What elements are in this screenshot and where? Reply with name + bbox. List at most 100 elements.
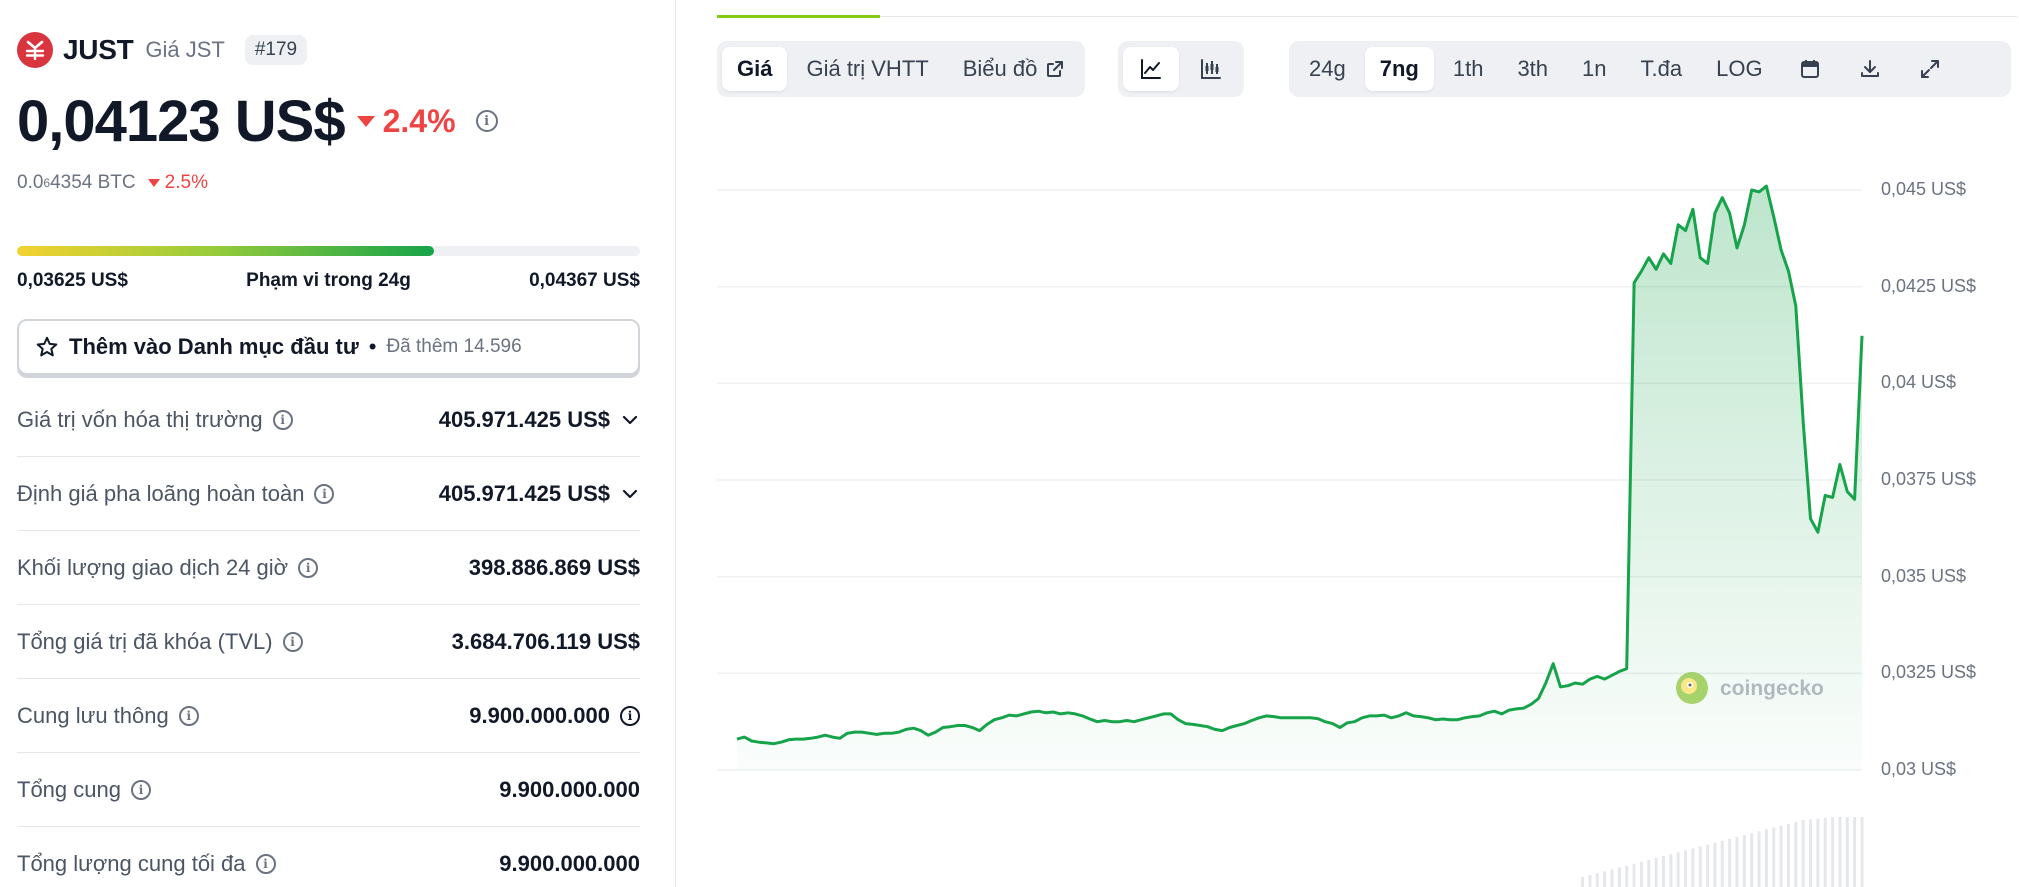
stat-tvl: Tổng giá trị đã khóa (TVL) i 3.684.706.11… xyxy=(17,605,640,679)
volume-bar xyxy=(1794,821,1798,887)
price-chart[interactable]: coingecko xyxy=(677,120,2019,887)
range-low: 0,03625 US$ xyxy=(17,270,128,291)
range-24h[interactable]: 24g xyxy=(1294,47,1361,91)
added-count: Đã thêm 14.596 xyxy=(386,336,522,357)
coin-info-panel: JUST Giá JST #179 0,04123 US$ 2.4% i 0.0… xyxy=(0,0,676,887)
range-log[interactable]: LOG xyxy=(1701,47,1777,91)
range-1m[interactable]: 1th xyxy=(1438,47,1499,91)
chevron-down-icon[interactable] xyxy=(620,484,640,504)
stat-circulating-supply: Cung lưu thông i 9.900.000.000 i xyxy=(17,679,640,753)
volume-bar xyxy=(1669,854,1673,887)
range-24h-bar xyxy=(17,246,640,256)
info-icon[interactable]: i xyxy=(475,110,498,132)
info-icon[interactable]: i xyxy=(272,409,293,430)
volume-bar xyxy=(1588,875,1592,887)
stat-value: 3.684.706.119 US$ xyxy=(451,628,640,654)
stat-label: Giá trị vốn hóa thị trường xyxy=(17,406,263,432)
chart-panel: Giá Giá trị VHTT Biểu đồ 24g 7ng 1th 3th… xyxy=(677,0,2019,887)
stat-label: Tổng lượng cung tối đa xyxy=(17,851,246,876)
expand-icon xyxy=(1920,60,1939,78)
separator-dot: • xyxy=(368,334,377,359)
stat-label: Tổng giá trị đã khóa (TVL) xyxy=(17,628,273,654)
tab-market-cap[interactable]: Giá trị VHTT xyxy=(791,47,943,91)
info-icon[interactable]: i xyxy=(314,483,335,504)
stat-fdv[interactable]: Định giá pha loãng hoàn toàn i 405.971.42… xyxy=(17,457,640,531)
range-label: Phạm vi trong 24g xyxy=(246,270,411,291)
volume-bar xyxy=(1845,817,1849,887)
price-row: 0,04123 US$ 2.4% i xyxy=(17,88,498,154)
coin-subtitle: Giá JST xyxy=(145,37,225,62)
fullscreen-button[interactable] xyxy=(1902,47,1958,91)
stat-value: 9.900.000.000 xyxy=(499,776,640,802)
range-max[interactable]: T.đa xyxy=(1626,47,1698,91)
y-axis-tick-label: 0,0375 US$ xyxy=(1881,469,1977,489)
volume-bar xyxy=(1816,818,1820,887)
line-chart-icon xyxy=(1141,59,1161,79)
down-triangle-icon xyxy=(147,179,160,187)
volume-bar xyxy=(1610,869,1614,887)
volume-bar xyxy=(1647,859,1651,887)
calendar-button[interactable] xyxy=(1782,47,1838,91)
range-24h-fill xyxy=(17,246,435,256)
tab-chart-label: Biểu đồ xyxy=(962,56,1038,81)
volume-bar xyxy=(1750,833,1754,887)
stats-list: Giá trị vốn hóa thị trường i 405.971.425 … xyxy=(17,383,640,887)
range-high: 0,04367 US$ xyxy=(529,270,640,291)
add-to-portfolio-button[interactable]: Thêm vào Danh mục đầu tư • Đã thêm 14.59… xyxy=(17,319,640,375)
volume-bar xyxy=(1764,829,1768,887)
y-axis-tick-label: 0,04 US$ xyxy=(1881,372,1957,393)
info-icon[interactable]: i xyxy=(178,705,199,726)
price-chart-svg: coingecko xyxy=(717,184,1864,887)
volume-bar xyxy=(1742,835,1746,887)
y-axis-tick-label: 0,0425 US$ xyxy=(1881,275,1977,296)
time-range-tabs: 24g 7ng 1th 3th 1n T.đa LOG xyxy=(1289,41,2011,97)
range-3m[interactable]: 3th xyxy=(1502,47,1563,91)
just-logo-icon xyxy=(17,32,53,68)
btc-price-prefix: 0.0 xyxy=(17,172,44,193)
volume-bar xyxy=(1809,819,1813,887)
range-1y[interactable]: 1n xyxy=(1567,47,1621,91)
volume-bar xyxy=(1625,865,1629,887)
volume-bar xyxy=(1603,871,1607,887)
volume-bar xyxy=(1779,825,1783,887)
y-axis-tick-label: 0,0325 US$ xyxy=(1881,662,1977,683)
btc-price-zero-count: 6 xyxy=(43,176,51,190)
info-icon[interactable]: i xyxy=(130,779,151,800)
info-icon[interactable]: i xyxy=(282,631,303,652)
chart-type-tabs: Giá Giá trị VHTT Biểu đồ xyxy=(717,41,1086,97)
star-icon xyxy=(36,336,58,357)
tab-price[interactable]: Giá xyxy=(722,47,788,91)
calendar-icon xyxy=(1800,60,1819,78)
download-button[interactable] xyxy=(1842,47,1898,91)
volume-bar xyxy=(1617,867,1621,887)
info-icon[interactable]: i xyxy=(298,557,319,578)
stat-label: Tổng cung xyxy=(17,776,121,802)
tab-chart-external[interactable]: Biểu đồ xyxy=(948,47,1081,91)
volume-bar xyxy=(1698,846,1702,887)
volume-bar xyxy=(1801,820,1805,887)
coingecko-watermark: coingecko xyxy=(1676,672,1824,704)
stat-market-cap[interactable]: Giá trị vốn hóa thị trường i 405.971.425 … xyxy=(17,383,640,457)
info-icon[interactable]: i xyxy=(620,705,640,726)
volume-bar xyxy=(1860,817,1864,887)
volume-bar xyxy=(1676,852,1680,887)
candlestick-chart-button[interactable] xyxy=(1183,47,1239,91)
volume-bar xyxy=(1595,873,1599,887)
stat-value: 9.900.000.000 xyxy=(469,702,610,728)
btc-price-row: 0.0 6 4354 BTC 2.5% xyxy=(17,172,208,194)
stat-value: 9.900.000.000 xyxy=(499,851,640,876)
btc-change: 2.5% xyxy=(147,172,208,194)
volume-bar xyxy=(1735,837,1739,887)
stat-volume-24h: Khối lượng giao dịch 24 giờ i 398.886.869… xyxy=(17,531,640,605)
chevron-down-icon[interactable] xyxy=(620,410,640,430)
range-7d[interactable]: 7ng xyxy=(1364,47,1434,91)
line-chart-button[interactable] xyxy=(1123,47,1179,91)
y-axis-tick-label: 0,045 US$ xyxy=(1881,179,1967,199)
volume-bar xyxy=(1661,856,1665,887)
down-triangle-icon xyxy=(356,115,375,127)
rank-badge: #179 xyxy=(244,35,308,65)
volume-bar xyxy=(1853,817,1857,887)
coin-name: JUST xyxy=(63,34,134,65)
info-icon[interactable]: i xyxy=(255,854,276,874)
volume-bar xyxy=(1772,827,1776,887)
